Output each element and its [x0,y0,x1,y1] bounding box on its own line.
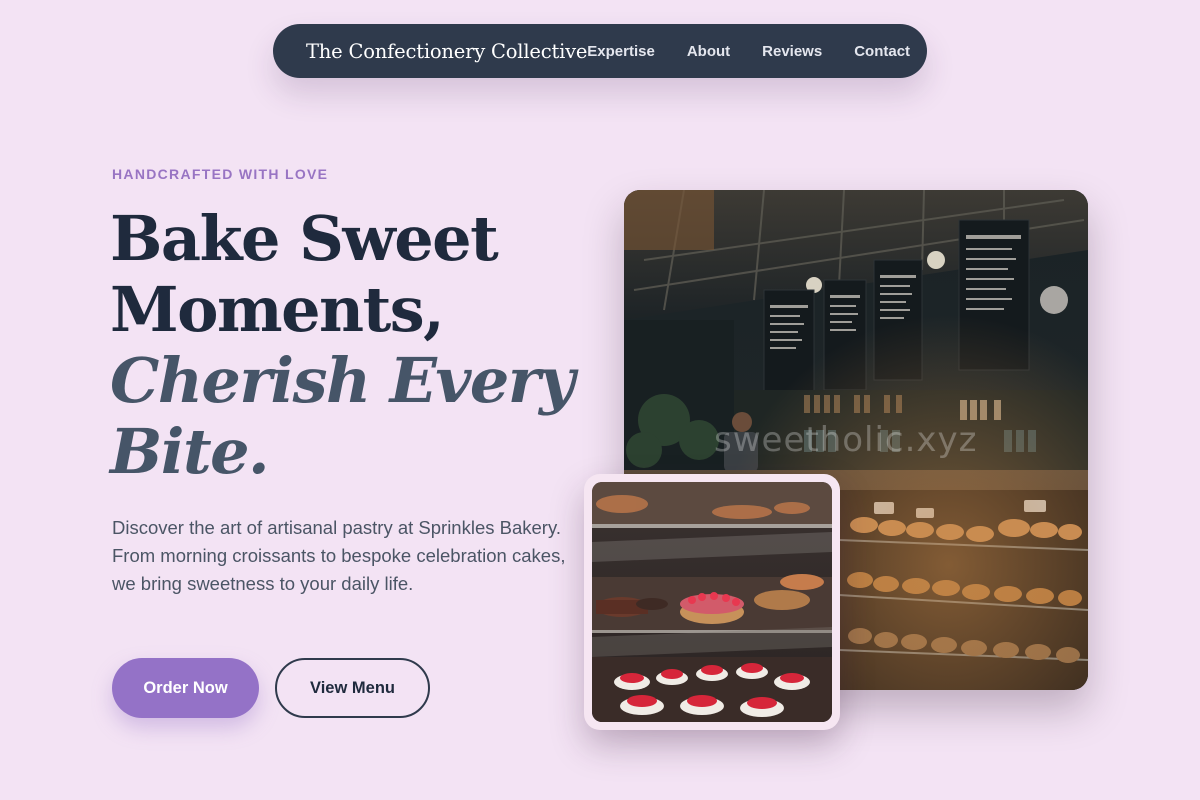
order-now-button[interactable]: Order Now [112,658,259,718]
headline-line-4: Bite. [110,415,270,488]
hero-description: Discover the art of artisanal pastry at … [112,517,566,594]
nav-link-about[interactable]: About [687,43,730,60]
nav-links: Expertise About Reviews Contact [587,43,910,60]
headline-line-3: Cherish Every [110,344,575,417]
view-menu-button[interactable]: View Menu [275,658,430,718]
hero-headline: Bake Sweet Moments, Cherish Every Bite. [110,202,575,488]
brand-logo[interactable]: The Confectionery Collective [306,40,587,63]
headline-line-2: Moments, [110,273,445,346]
hero-eyebrow: HANDCRAFTED WITH LOVE [112,166,329,182]
watermark-text: sweetholic.xyz [714,420,978,460]
nav-link-contact[interactable]: Contact [854,43,910,60]
pastry-case-photo-frame [584,474,840,730]
top-navigation: The Confectionery Collective Expertise A… [273,24,927,78]
nav-link-expertise[interactable]: Expertise [587,43,655,60]
nav-link-reviews[interactable]: Reviews [762,43,822,60]
pastry-case-photo [592,482,832,722]
headline-line-1: Bake Sweet [110,202,499,275]
